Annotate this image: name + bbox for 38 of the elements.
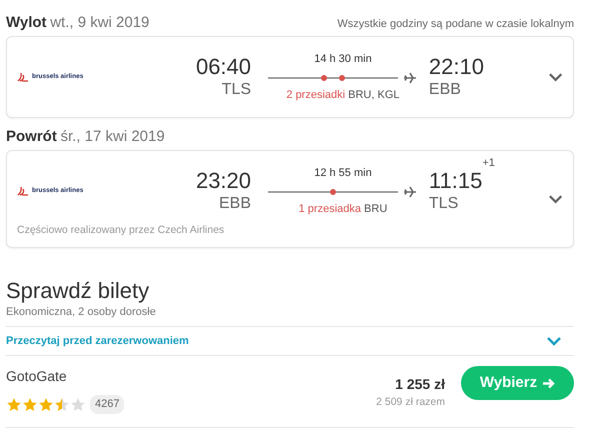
expand-chevron-icon[interactable] (548, 72, 563, 82)
star-icon (38, 397, 54, 412)
leg-date: śr., 17 kwi 2019 (60, 128, 165, 145)
operator-note: Częściowo realizowany przez Czech Airlines (17, 223, 226, 238)
section-subtitle: Ekonomiczna, 2 osoby dorosłe (6, 304, 157, 320)
star-icon (70, 397, 86, 412)
departure-time: 06:40 (194, 54, 252, 80)
total-price: 2 509 zł razem (376, 395, 445, 410)
arrow-right-icon (542, 378, 556, 389)
departure-time: 23:20 (194, 168, 252, 194)
read-before-booking-link[interactable]: Przeczytaj przed zarezerwowaniem (6, 333, 189, 350)
provider-name: GotoGate (6, 367, 68, 386)
expand-chevron-icon[interactable] (548, 194, 563, 204)
review-count: 4267 (90, 395, 124, 414)
flight-duration: 14 h 30 min (313, 52, 373, 67)
section-title: Sprawdź bilety (6, 278, 150, 304)
arrival-time: 11:15 (428, 168, 482, 193)
price-per-person: 1 255 zł (394, 375, 445, 394)
star-icon (22, 397, 38, 412)
airline-logo-icon (17, 186, 29, 196)
airline-logo-icon (17, 72, 29, 82)
arrival-airport: EBB (428, 80, 462, 100)
leg-label: Powrót (6, 128, 57, 145)
arrival-time: 22:10 (428, 54, 485, 80)
departure-airport: TLS (220, 80, 252, 100)
star-icon (6, 397, 22, 412)
day-offset: +1 (482, 156, 495, 168)
flight-duration: 12 h 55 min (313, 166, 373, 181)
leg-date: wt., 9 kwi 2019 (50, 14, 150, 31)
stops-info: 2 przesiadki BRU, KGL (285, 88, 400, 103)
leg-label: Wylot (6, 14, 47, 31)
stops-info: 1 przesiadka BRU (298, 202, 388, 217)
star-icon (54, 397, 70, 412)
select-button[interactable]: Wybierz (461, 366, 574, 400)
timezone-note: Wszystkie godziny są podane w czasie lokalnym (337, 17, 574, 32)
departure-airport: EBB (218, 194, 252, 214)
arrival-airport: TLS (428, 194, 460, 214)
expand-chevron-icon[interactable] (546, 336, 562, 346)
